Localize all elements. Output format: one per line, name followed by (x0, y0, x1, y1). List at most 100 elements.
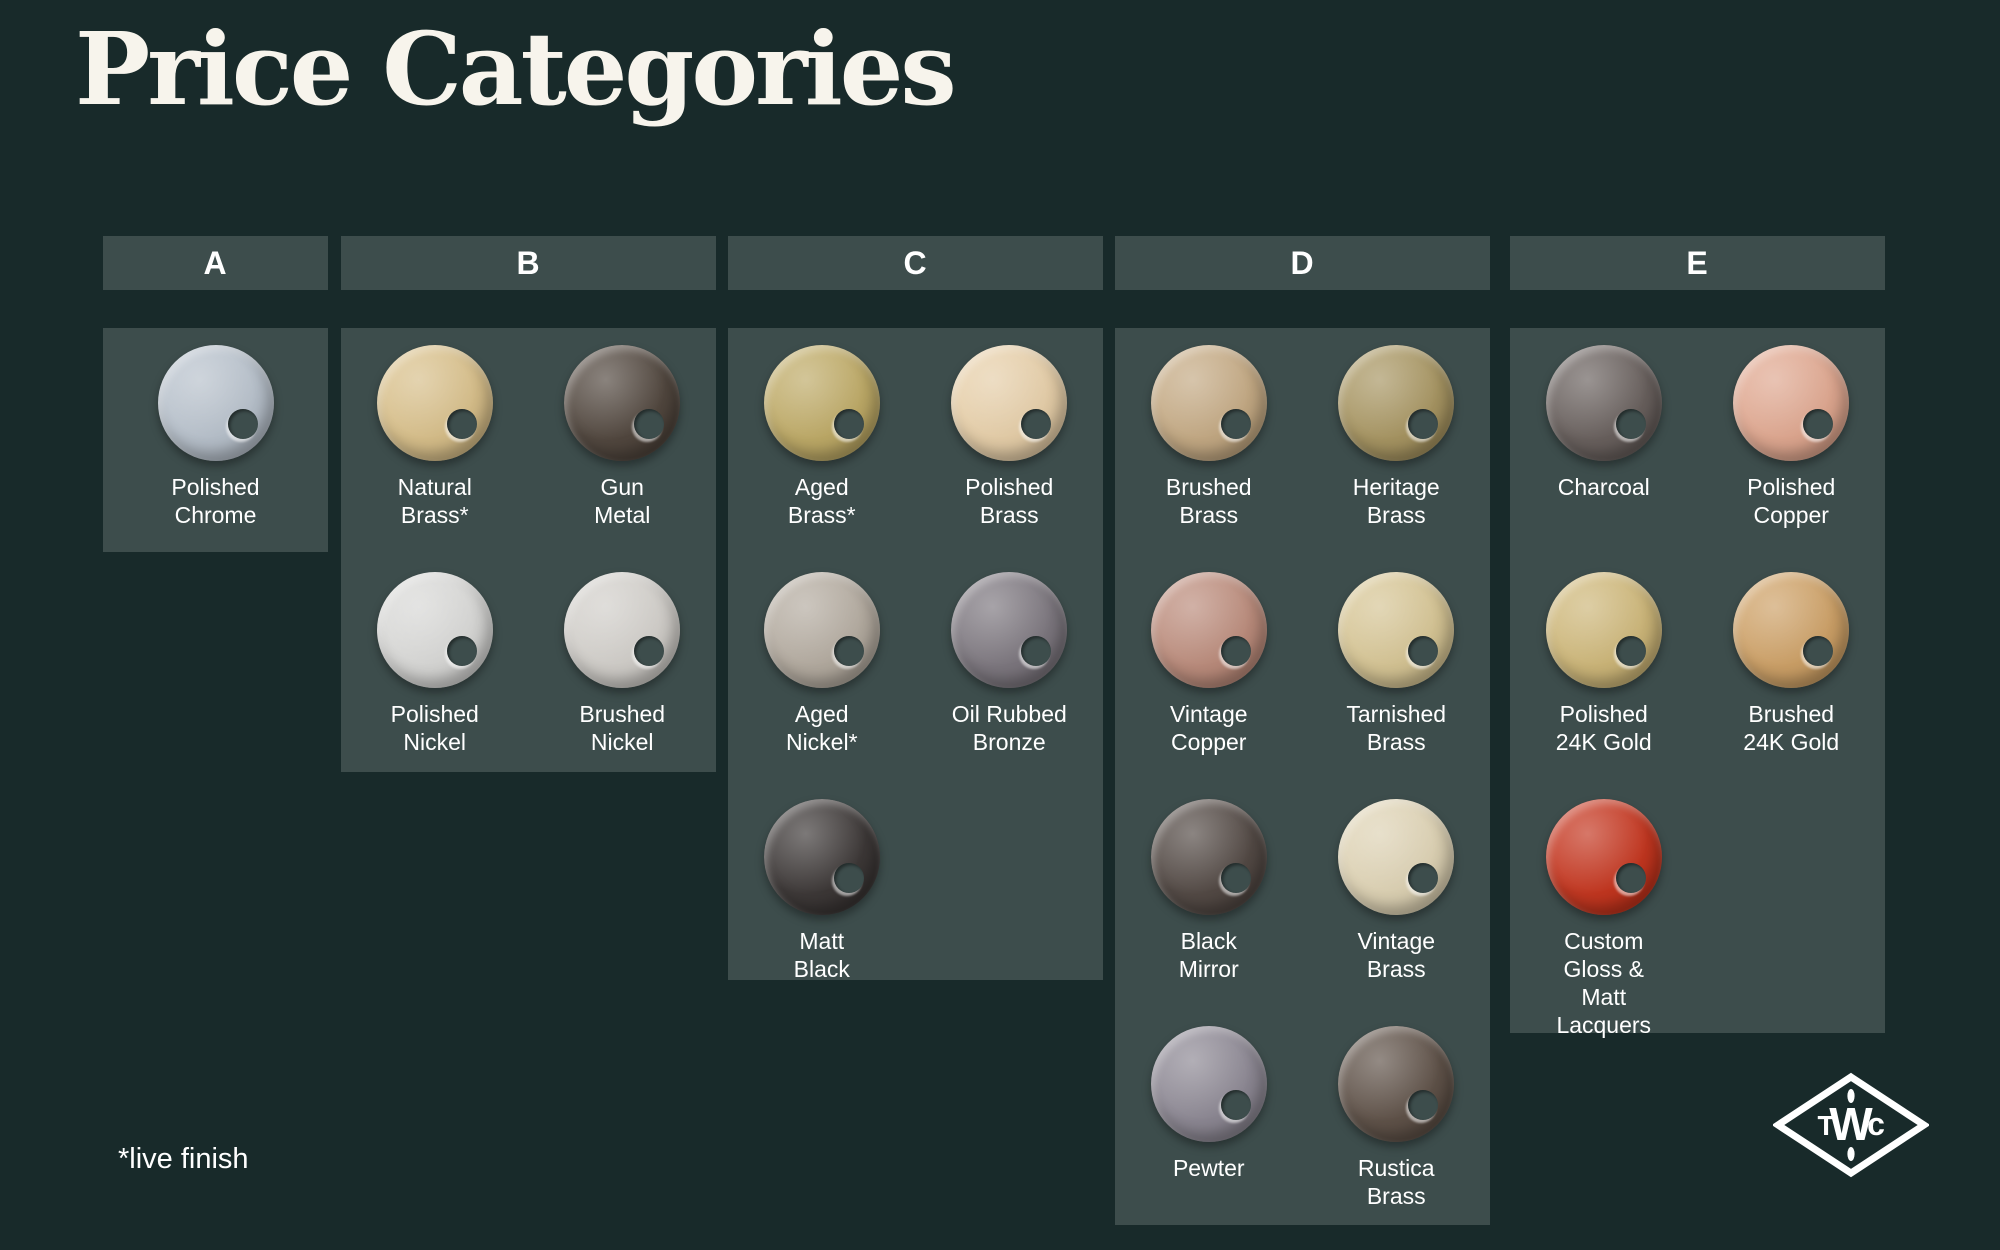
finish-panel: Polished Chrome (103, 328, 328, 552)
finish-swatch-disc (951, 345, 1067, 461)
swatch-hole (1221, 409, 1251, 439)
swatch-label: Charcoal (1558, 473, 1650, 501)
swatch-label: Aged Nickel* (786, 700, 858, 756)
finish-swatch-disc (1151, 572, 1267, 688)
disc-face (951, 572, 1067, 688)
column-letter: C (903, 245, 927, 282)
swatch-label: Natural Brass* (398, 473, 472, 529)
swatch-label: Polished Nickel (391, 700, 479, 756)
swatch-cell: Polished Nickel (341, 555, 529, 756)
disc-face (1338, 572, 1454, 688)
disc-face (1733, 572, 1849, 688)
swatch-label: Polished Brass (965, 473, 1053, 529)
disc-face (1546, 572, 1662, 688)
swatch-label: Rustica Brass (1358, 1154, 1435, 1210)
finish-swatch-disc (1338, 1026, 1454, 1142)
swatch-cell: Polished Copper (1698, 328, 1886, 529)
swatch-cell: Oil Rubbed Bronze (916, 555, 1104, 756)
swatch-cell: Natural Brass* (341, 328, 529, 529)
footnote-live-finish: *live finish (118, 1143, 249, 1176)
swatch-hole (1221, 863, 1251, 893)
swatch-cell: Rustica Brass (1303, 1009, 1491, 1210)
swatch-label: Tarnished Brass (1346, 700, 1446, 756)
swatch-hole (228, 409, 258, 439)
swatch-cell: Black Mirror (1115, 782, 1303, 983)
swatch-label: Heritage Brass (1353, 473, 1440, 529)
column-letter: D (1290, 245, 1314, 282)
disc-face (1338, 345, 1454, 461)
swatch-cell: Charcoal (1510, 328, 1698, 501)
price-categories-poster: Price Categories A Polished Chrome B Nat… (0, 0, 2000, 1250)
disc-face (1338, 1026, 1454, 1142)
finish-swatch-disc (1151, 799, 1267, 915)
twc-logo: T W c (1773, 1072, 1929, 1178)
column-header: C (728, 236, 1103, 290)
disc-face (564, 572, 680, 688)
disc-face (1546, 799, 1662, 915)
finish-swatch-disc (564, 572, 680, 688)
disc-face (1151, 799, 1267, 915)
disc-face (158, 345, 274, 461)
finish-swatch-disc (564, 345, 680, 461)
swatch-cell: Tarnished Brass (1303, 555, 1491, 756)
finish-swatch-disc (1338, 345, 1454, 461)
column-d: D Brushed BrassHeritage BrassVintage Cop… (1115, 236, 1490, 290)
swatch-cell: Polished 24K Gold (1510, 555, 1698, 756)
finish-swatch-disc (158, 345, 274, 461)
swatch-label: Black Mirror (1179, 927, 1239, 983)
swatch-cell: Gun Metal (529, 328, 717, 529)
finish-panel: Brushed Brass Heritage Brass Vintage Coppe… (1115, 328, 1490, 1225)
swatch-hole (1221, 1090, 1251, 1120)
column-a: A Polished Chrome (103, 236, 328, 290)
column-c: C Aged Brass*Polished BrassAged Nickel*O… (728, 236, 1103, 290)
swatch-label: Polished 24K Gold (1556, 700, 1652, 756)
swatch-cell: Brushed 24K Gold (1698, 555, 1886, 756)
finish-swatch-disc (1546, 345, 1662, 461)
disc-face (377, 345, 493, 461)
disc-face (951, 345, 1067, 461)
disc-face (1338, 799, 1454, 915)
finish-swatch-disc (1151, 345, 1267, 461)
finish-panel: Aged Brass* Polished Brass Aged Nickel* Oil… (728, 328, 1103, 980)
disc-face (1546, 345, 1662, 461)
finish-swatch-disc (377, 345, 493, 461)
finish-swatch-disc (764, 799, 880, 915)
disc-face (764, 345, 880, 461)
column-letter: B (516, 245, 540, 282)
swatch-cell: Aged Brass* (728, 328, 916, 529)
swatch-cell: Brushed Brass (1115, 328, 1303, 529)
finish-swatch-disc (764, 345, 880, 461)
disc-face (1151, 1026, 1267, 1142)
finish-swatch-disc (1733, 572, 1849, 688)
swatch-label: Brushed 24K Gold (1743, 700, 1839, 756)
column-b: B Natural Brass*Gun MetalPolished Nickel… (341, 236, 716, 290)
swatch-label: Pewter (1173, 1154, 1245, 1182)
swatch-hole (447, 409, 477, 439)
disc-face (1151, 572, 1267, 688)
swatch-label: Brushed Nickel (579, 700, 665, 756)
swatch-cell: Polished Brass (916, 328, 1104, 529)
finish-swatch-disc (764, 572, 880, 688)
swatch-label: Vintage Copper (1170, 700, 1248, 756)
finish-swatch-disc (1338, 799, 1454, 915)
swatch-hole (834, 636, 864, 666)
finish-swatch-disc (1733, 345, 1849, 461)
swatch-hole (1616, 636, 1646, 666)
swatch-hole (1616, 409, 1646, 439)
finish-swatch-disc (1338, 572, 1454, 688)
column-header: E (1510, 236, 1885, 290)
swatch-label: Aged Brass* (788, 473, 856, 529)
swatch-label: Matt Black (794, 927, 850, 983)
disc-face (1151, 345, 1267, 461)
swatch-cell: Custom Gloss & Matt Lacquers (1510, 782, 1698, 1039)
swatch-cell: Matt Black (728, 782, 916, 983)
logo-letter-c: c (1867, 1106, 1885, 1142)
disc-face (1733, 345, 1849, 461)
column-header: D (1115, 236, 1490, 290)
swatch-label: Brushed Brass (1166, 473, 1252, 529)
finish-swatch-disc (1151, 1026, 1267, 1142)
swatch-cell: Brushed Nickel (529, 555, 717, 756)
swatch-hole (834, 863, 864, 893)
disc-face (377, 572, 493, 688)
swatch-cell: Pewter (1115, 1009, 1303, 1182)
